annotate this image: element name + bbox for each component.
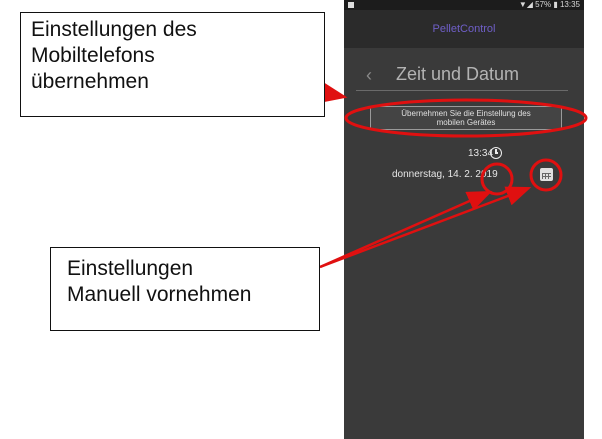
- callout-top-line3: übernehmen: [31, 70, 149, 93]
- header-divider: [356, 90, 568, 91]
- back-chevron-icon[interactable]: ‹: [366, 65, 372, 85]
- page-title: Zeit und Datum: [396, 64, 520, 84]
- callout-manual-settings: Einstellungen Manuell vornehmen: [50, 247, 320, 331]
- callout-adopt-phone-settings: Einstellungen des Mobiltelefons übernehm…: [20, 12, 325, 117]
- apply-button-label-line2: mobilen Gerätes: [436, 118, 496, 127]
- status-bar: ▼◢ 57% ▮ 13:35: [344, 0, 584, 10]
- clock-icon[interactable]: [490, 147, 502, 159]
- screen-header: ‹ Zeit und Datum: [344, 60, 584, 90]
- app-title: PelletControl: [432, 23, 496, 35]
- callout-top-line2: Mobiltelefons: [31, 44, 155, 67]
- apply-device-settings-button[interactable]: Übernehmen Sie die Einstellung des mobil…: [370, 106, 562, 130]
- date-value: donnerstag, 14. 2. 2019: [392, 169, 498, 180]
- callout-bottom-line1: Einstellungen: [67, 257, 194, 280]
- apply-button-label-line1: Übernehmen Sie die Einstellung des: [401, 109, 531, 118]
- notification-icon: [348, 2, 354, 8]
- app-bar: PelletControl: [344, 10, 584, 48]
- date-row: donnerstag, 14. 2. 2019: [344, 165, 584, 187]
- callout-top-line1: Einstellungen des: [31, 18, 197, 41]
- calendar-icon[interactable]: [540, 168, 553, 181]
- status-indicators: ▼◢ 57% ▮ 13:35: [518, 0, 580, 9]
- callout-bottom-line2: Manuell vornehmen: [67, 283, 252, 306]
- time-row: 13:34: [344, 145, 584, 165]
- phone-screenshot: ▼◢ 57% ▮ 13:35 PelletControl ‹ Zeit und …: [344, 0, 584, 439]
